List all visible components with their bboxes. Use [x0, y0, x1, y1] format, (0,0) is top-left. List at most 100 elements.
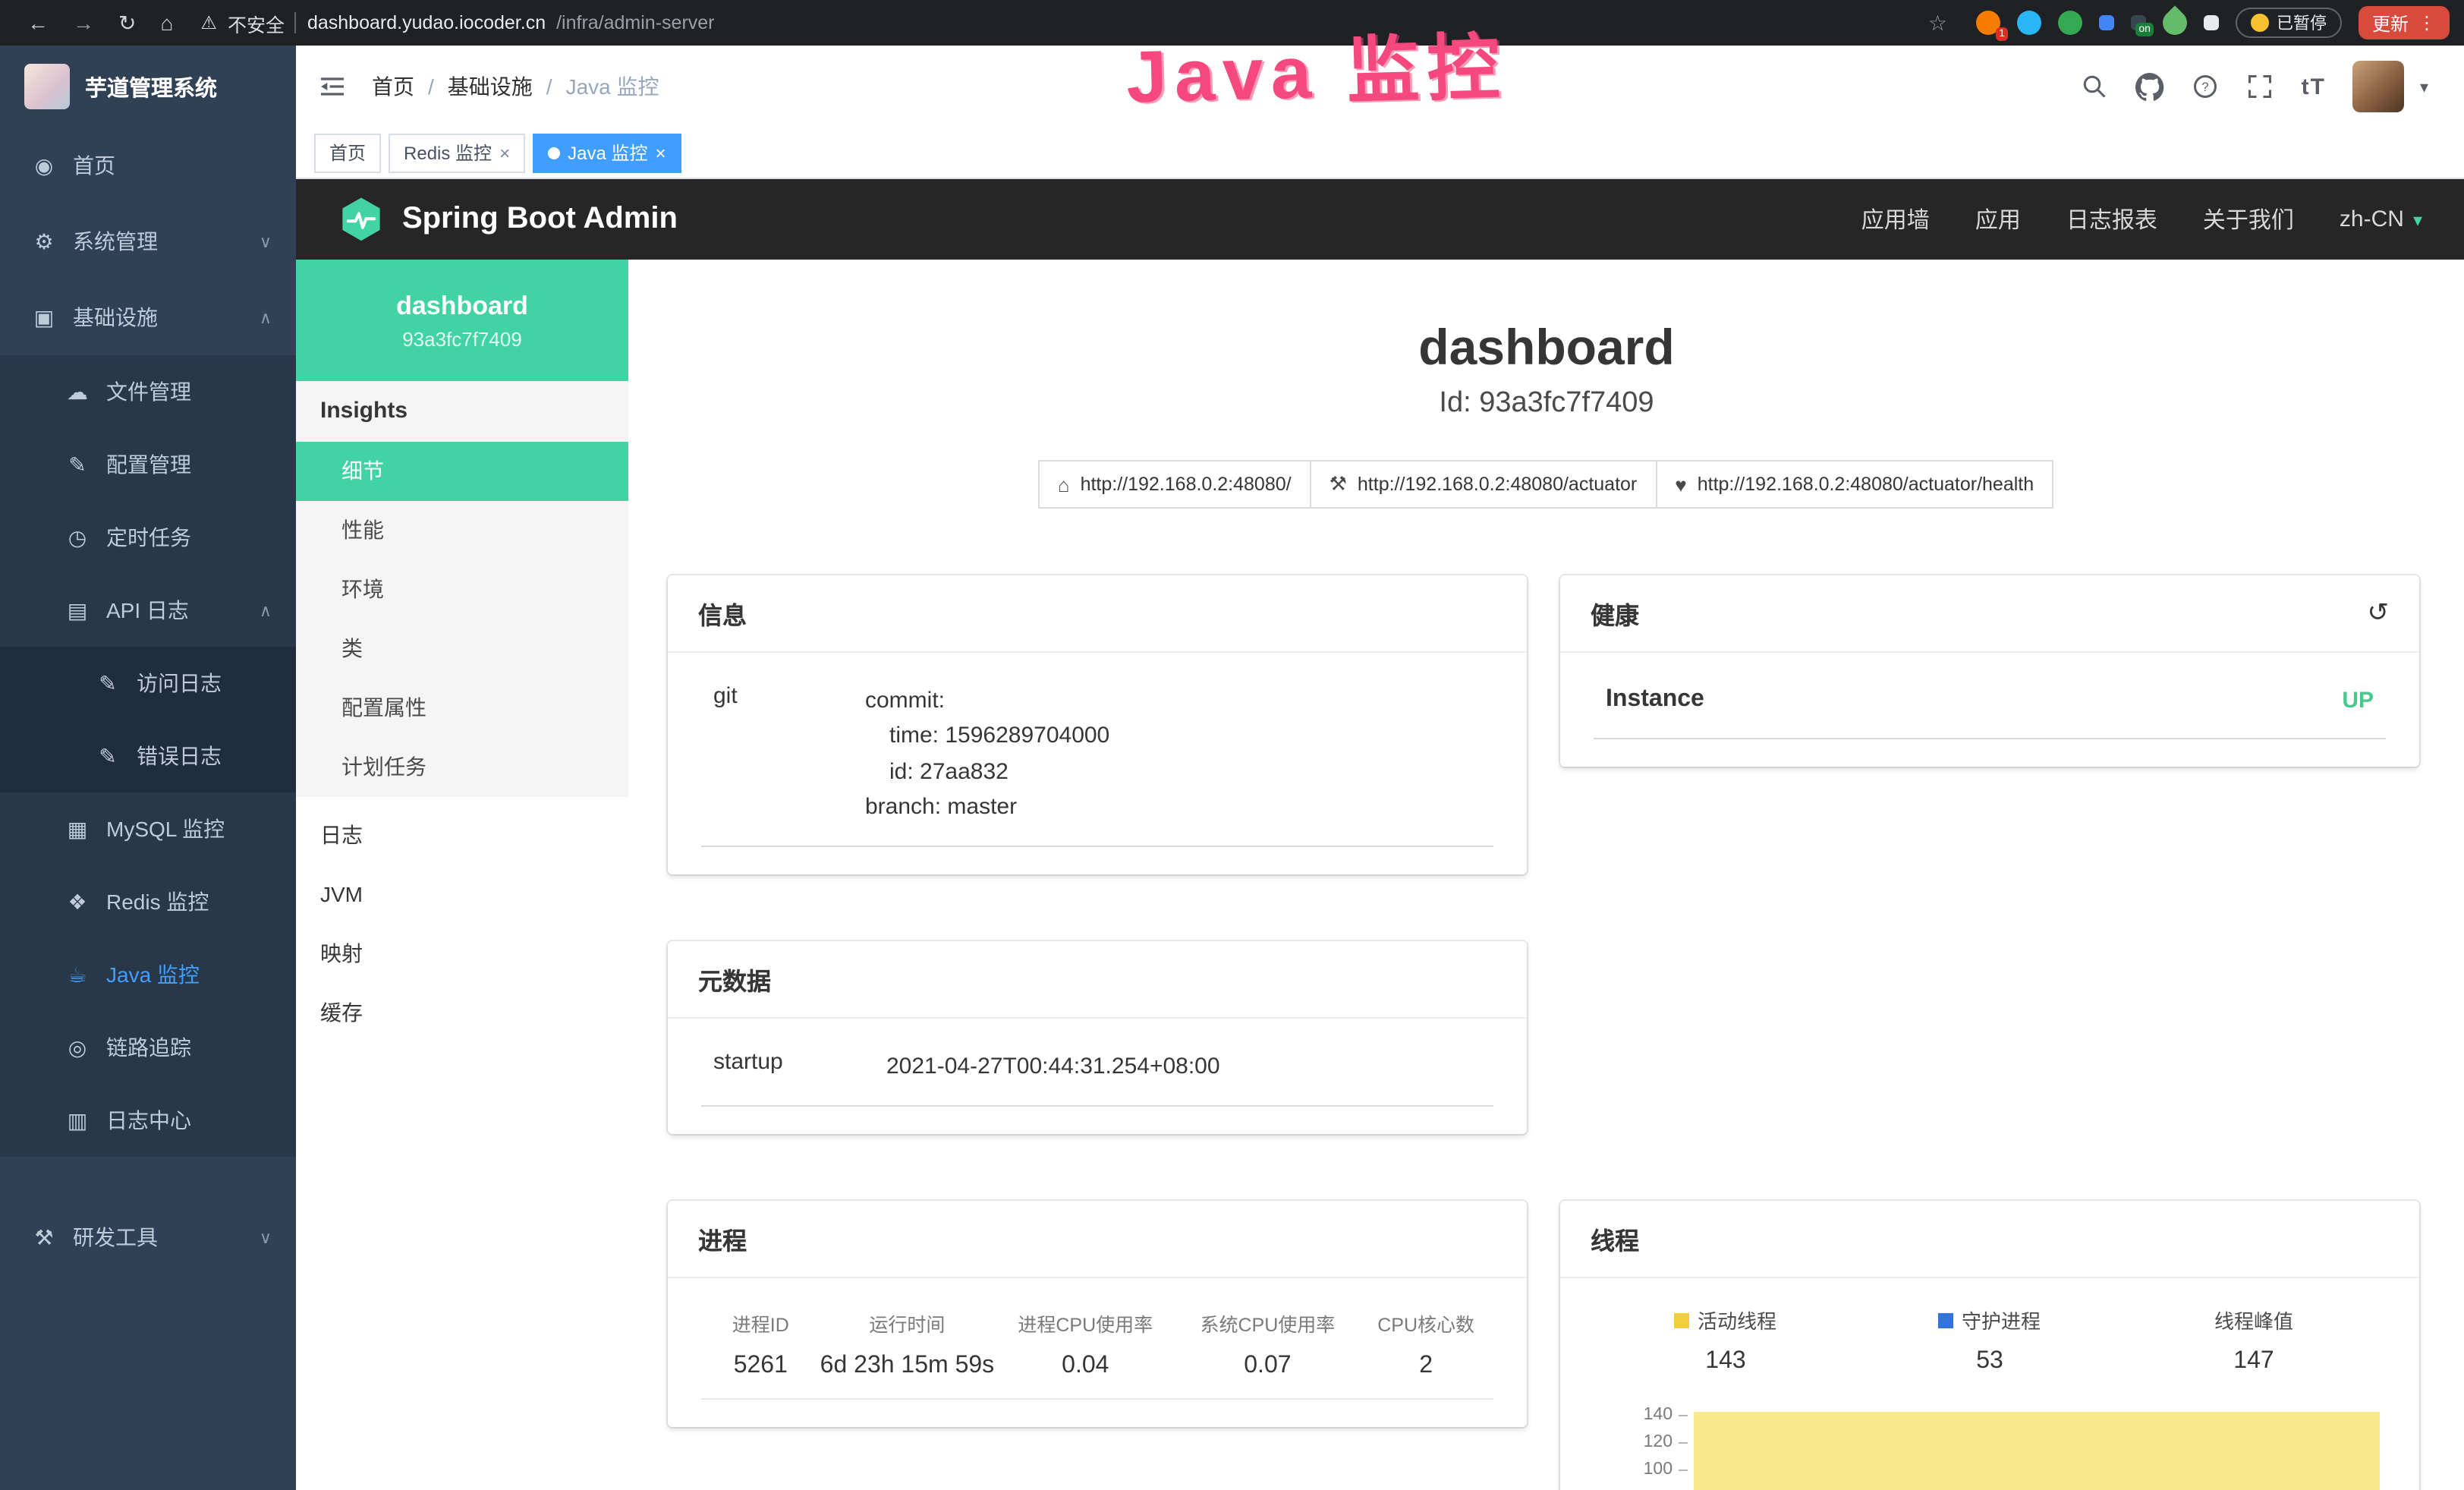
sidebar-item-java-monitor[interactable]: ☕ Java 监控: [0, 938, 296, 1011]
card-title: 进程: [698, 1221, 747, 1258]
sba-nav-applications[interactable]: 应用: [1975, 203, 2021, 235]
address-bar[interactable]: ⚠ 不安全 dashboard.yudao.iocoder.cn/infra/a…: [200, 8, 714, 37]
extension-icon[interactable]: [2017, 11, 2041, 35]
app-logo-row[interactable]: 芋道管理系统: [0, 46, 296, 128]
url-path: /infra/admin-server: [556, 12, 714, 33]
sidebar-item-label: 文件管理: [106, 376, 191, 407]
sba-item-config-props[interactable]: 配置属性: [296, 679, 628, 738]
breadcrumb-home[interactable]: 首页: [372, 71, 414, 102]
sba-brand-title[interactable]: Spring Boot Admin: [402, 202, 678, 237]
info-card-header: 信息: [668, 575, 1527, 653]
help-icon[interactable]: ?: [2192, 73, 2220, 100]
sba-item-details[interactable]: 细节: [296, 442, 628, 501]
sidebar-item-scheduled-jobs[interactable]: ◷ 定时任务: [0, 501, 296, 574]
sidebar-item-label: 研发工具: [73, 1222, 158, 1252]
sidebar-item-file-management[interactable]: ☁ 文件管理: [0, 355, 296, 428]
fullscreen-icon[interactable]: [2247, 73, 2274, 100]
history-icon[interactable]: ↺: [2368, 598, 2390, 628]
caret-down-icon[interactable]: ▾: [2420, 77, 2428, 96]
actuator-url-link[interactable]: ⚒ http://192.168.0.2:48080/actuator: [1310, 460, 1657, 509]
sidebar-item-log-center[interactable]: ▥ 日志中心: [0, 1084, 296, 1157]
extension-icon[interactable]: 1: [1976, 11, 2000, 35]
cell-value: 0.07: [1176, 1353, 1358, 1381]
github-icon[interactable]: [2136, 72, 2165, 101]
tick-mark: [1679, 1442, 1688, 1444]
sba-nav-wallboard[interactable]: 应用墙: [1861, 203, 1930, 235]
sidebar-item-label: 定时任务: [106, 522, 191, 553]
sba-item-performance[interactable]: 性能: [296, 501, 628, 560]
admin-menu: ◉ 首页 ⚙ 系统管理 ∨ ▣ 基础设施 ∧ ☁ 文件管理 ✎ 配置管理: [0, 128, 296, 1306]
sidebar-item-home[interactable]: ◉ 首页: [0, 128, 296, 203]
chevron-up-icon: ∧: [260, 307, 272, 327]
sidebar-item-system-management[interactable]: ⚙ 系统管理 ∨: [0, 203, 296, 279]
search-icon[interactable]: [2082, 73, 2109, 100]
tab-redis-monitor[interactable]: Redis 监控 ×: [389, 133, 525, 172]
forward-icon[interactable]: →: [73, 11, 94, 35]
bookmark-star-icon[interactable]: ☆: [1928, 10, 1947, 36]
table-row[interactable]: Instance UP: [1594, 680, 2386, 739]
sidebar-item-error-logs[interactable]: ✎ 错误日志: [0, 720, 296, 792]
page-title: dashboard: [628, 314, 2464, 381]
dashboard-icon: ◉: [30, 153, 58, 178]
reload-icon[interactable]: ↻: [118, 10, 136, 36]
sidebar-item-tracing[interactable]: ◎ 链路追踪: [0, 1011, 296, 1084]
sba-content: dashboard Id: 93a3fc7f7409 ⌂ http://192.…: [628, 260, 2464, 1490]
git-branch: branch: master: [865, 789, 1109, 825]
tab-java-monitor[interactable]: Java 监控 ×: [533, 133, 681, 172]
paused-badge[interactable]: 已暂停: [2236, 8, 2342, 38]
status-badge: UP: [2342, 687, 2374, 713]
info-key: git: [713, 683, 865, 824]
sba-item-classes[interactable]: 类: [296, 619, 628, 679]
process-col-process-cpu: 进程CPU使用率 0.04: [994, 1309, 1176, 1381]
extension-badge: 1: [1996, 27, 2008, 41]
sidebar-item-config-management[interactable]: ✎ 配置管理: [0, 428, 296, 501]
sba-item-logging[interactable]: 日志: [296, 806, 628, 865]
locale-selector[interactable]: zh-CN ▾: [2340, 206, 2422, 232]
sba-item-environment[interactable]: 环境: [296, 560, 628, 619]
infrastructure-icon: ▣: [30, 304, 58, 330]
health-url-link[interactable]: ♥ http://192.168.0.2:48080/actuator/heal…: [1655, 460, 2053, 509]
extension-icon[interactable]: on: [2131, 15, 2146, 30]
app-title: 芋道管理系统: [85, 71, 217, 102]
tab-label: Java 监控: [568, 140, 647, 165]
breadcrumb-infrastructure[interactable]: 基础设施: [448, 71, 533, 102]
edit-icon: ✎: [64, 452, 91, 477]
sba-app-header[interactable]: dashboard 93a3fc7f7409: [296, 260, 628, 381]
legend-swatch-yellow: [1675, 1313, 1690, 1328]
sidebar-item-access-logs[interactable]: ✎ 访问日志: [0, 647, 296, 720]
extensions-puzzle-icon[interactable]: [2204, 15, 2219, 30]
sidebar-item-redis-monitor[interactable]: ❖ Redis 监控: [0, 865, 296, 938]
home-icon[interactable]: ⌂: [160, 11, 173, 35]
sidebar-toggle-icon[interactable]: [317, 71, 348, 102]
font-size-icon[interactable]: tT: [2302, 74, 2326, 99]
sidebar-item-mysql-monitor[interactable]: ▦ MySQL 监控: [0, 792, 296, 865]
sidebar-item-dev-tools[interactable]: ⚒ 研发工具 ∨: [0, 1199, 296, 1275]
extension-leaf-icon[interactable]: [2157, 5, 2192, 39]
close-icon[interactable]: ×: [499, 142, 510, 163]
sidebar-item-api-logs[interactable]: ▤ API 日志 ∧: [0, 574, 296, 647]
sba-item-caches[interactable]: 缓存: [296, 984, 628, 1043]
user-avatar[interactable]: [2353, 61, 2405, 112]
sba-item-mappings[interactable]: 映射: [296, 925, 628, 984]
browser-menu-icon[interactable]: ⋮: [2418, 12, 2436, 33]
close-icon[interactable]: ×: [655, 142, 666, 163]
sba-item-scheduled-tasks[interactable]: 计划任务: [296, 738, 628, 797]
breadcrumb-separator: /: [546, 74, 552, 99]
extension-icon[interactable]: [2058, 11, 2082, 35]
sidebar-item-infrastructure[interactable]: ▣ 基础设施 ∧: [0, 279, 296, 355]
metadata-card-body: startup 2021-04-27T00:44:31.254+08:00: [668, 1019, 1527, 1135]
threads-card-header: 线程: [1560, 1202, 2419, 1279]
update-button[interactable]: 更新 ⋮: [2359, 6, 2450, 39]
service-url-link[interactable]: ⌂ http://192.168.0.2:48080/: [1038, 460, 1311, 509]
info-card: 信息 git commit: time: 1596289704000 id: 2…: [668, 575, 1527, 874]
back-icon[interactable]: ←: [27, 11, 49, 35]
health-card: 健康 ↺ Instance UP: [1560, 575, 2419, 767]
tab-home[interactable]: 首页: [314, 133, 381, 172]
sba-item-jvm[interactable]: JVM: [296, 865, 628, 925]
sba-group-label: Insights: [296, 381, 628, 442]
security-label: 不安全: [228, 8, 285, 37]
extension-icon[interactable]: [2099, 15, 2114, 30]
sba-nav-about[interactable]: 关于我们: [2203, 203, 2294, 235]
sba-nav-journal[interactable]: 日志报表: [2066, 203, 2157, 235]
main-area: 首页 / 基础设施 / Java 监控 ? tT: [296, 46, 2464, 1490]
